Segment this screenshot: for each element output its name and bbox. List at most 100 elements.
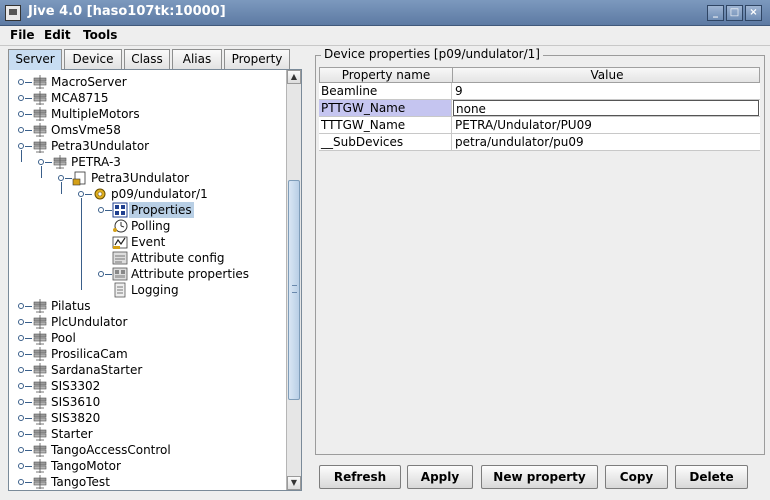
tree-node-label[interactable]: Event — [129, 234, 167, 250]
maximize-button[interactable]: □ — [726, 5, 743, 21]
tree-node[interactable]: Starter — [9, 426, 286, 442]
tree-node-label[interactable]: SIS3302 — [49, 378, 102, 394]
tree-node[interactable]: Properties — [9, 202, 286, 218]
tree-node-label[interactable]: SIS3610 — [49, 394, 102, 410]
tree-node[interactable]: p09/undulator/1 — [9, 186, 286, 202]
tree-node[interactable]: Logging — [9, 282, 286, 298]
tree-node-label[interactable]: TangoTest — [49, 474, 112, 490]
tree-node[interactable]: Polling — [9, 218, 286, 234]
menu-tools[interactable]: Tools — [83, 28, 117, 42]
apply-button[interactable]: Apply — [407, 465, 473, 489]
copy-button[interactable]: Copy — [605, 465, 668, 489]
tree-node[interactable]: Attribute properties — [9, 266, 286, 282]
tree-node-label[interactable]: Attribute properties — [129, 266, 251, 282]
property-value-cell[interactable]: petra/undulator/pu09 — [453, 134, 759, 150]
tree-node-label[interactable]: p09/undulator/1 — [109, 186, 210, 202]
expand-handle-icon[interactable] — [18, 431, 24, 437]
expand-handle-icon[interactable] — [18, 367, 24, 373]
tree-node[interactable]: SardanaStarter — [9, 362, 286, 378]
tree-node[interactable]: SIS3820 — [9, 410, 286, 426]
tree-node-label[interactable]: Pool — [49, 330, 78, 346]
tree-node-label[interactable]: SIS3820 — [49, 410, 102, 426]
expand-handle-icon[interactable] — [18, 335, 24, 341]
expand-handle-icon[interactable] — [18, 143, 24, 149]
tree-node[interactable]: TangoMotor — [9, 458, 286, 474]
minimize-button[interactable]: _ — [707, 5, 724, 21]
menu-file[interactable]: File — [10, 28, 35, 42]
expand-handle-icon[interactable] — [58, 175, 64, 181]
property-value-cell[interactable]: none — [453, 100, 759, 116]
tab-device[interactable]: Device — [64, 49, 122, 69]
refresh-button[interactable]: Refresh — [319, 465, 401, 489]
tree-node-label[interactable]: Polling — [129, 218, 172, 234]
tree-node-label[interactable]: Petra3Undulator — [49, 138, 151, 154]
table-row[interactable]: PTTGW_Name none — [319, 100, 760, 117]
tree-node-label[interactable]: Properties — [129, 202, 194, 218]
tree-node-label[interactable]: MultipleMotors — [49, 106, 142, 122]
expand-handle-icon[interactable] — [18, 303, 24, 309]
tree-node-label[interactable]: TangoMotor — [49, 458, 123, 474]
tree-node[interactable]: MultipleMotors — [9, 106, 286, 122]
expand-handle-icon[interactable] — [18, 383, 24, 389]
scroll-thumb[interactable] — [288, 180, 300, 400]
tree-node-label[interactable]: PlcUndulator — [49, 314, 129, 330]
tree-node-label[interactable]: ProsilicaCam — [49, 346, 130, 362]
expand-handle-icon[interactable] — [18, 447, 24, 453]
property-value-cell[interactable]: PETRA/Undulator/PU09 — [453, 117, 759, 133]
expand-handle-icon[interactable] — [18, 79, 24, 85]
property-name-cell[interactable]: TTTGW_Name — [319, 117, 452, 133]
column-header-value[interactable]: Value — [454, 68, 760, 83]
menu-edit[interactable]: Edit — [44, 28, 71, 42]
tree-node[interactable]: MacroServer — [9, 74, 286, 90]
table-row[interactable]: TTTGW_Name PETRA/Undulator/PU09 — [319, 117, 760, 134]
expand-handle-icon[interactable] — [78, 191, 84, 197]
tree-node-label[interactable]: TangoAccessControl — [49, 442, 173, 458]
tree-node-label[interactable]: Pilatus — [49, 298, 93, 314]
tree-node-label[interactable]: Petra3Undulator — [89, 170, 191, 186]
tree-node-label[interactable]: Starter — [49, 426, 95, 442]
tree-node[interactable]: Attribute config — [9, 250, 286, 266]
scroll-up-icon[interactable]: ▲ — [287, 70, 301, 84]
table-row[interactable]: __SubDevices petra/undulator/pu09 — [319, 134, 760, 151]
tree-node[interactable]: PETRA-3 — [9, 154, 286, 170]
tab-alias[interactable]: Alias — [172, 49, 222, 69]
expand-handle-icon[interactable] — [18, 111, 24, 117]
tree-node[interactable]: PlcUndulator — [9, 314, 286, 330]
scroll-down-icon[interactable]: ▼ — [287, 476, 301, 490]
tree-node-label[interactable]: MCA8715 — [49, 90, 110, 106]
expand-handle-icon[interactable] — [98, 207, 104, 213]
expand-handle-icon[interactable] — [38, 159, 44, 165]
tree-node[interactable]: SIS3610 — [9, 394, 286, 410]
property-value-cell[interactable]: 9 — [453, 83, 759, 99]
property-name-cell[interactable]: PTTGW_Name — [319, 100, 452, 116]
expand-handle-icon[interactable] — [18, 351, 24, 357]
tree-node[interactable]: Pilatus — [9, 298, 286, 314]
expand-handle-icon[interactable] — [98, 271, 104, 277]
tree-node-label[interactable]: Logging — [129, 282, 181, 298]
column-header-name[interactable]: Property name — [320, 68, 453, 83]
property-name-cell[interactable]: __SubDevices — [319, 134, 452, 150]
property-name-cell[interactable]: Beamline — [319, 83, 452, 99]
new-property-button[interactable]: New property — [481, 465, 598, 489]
tab-class[interactable]: Class — [124, 49, 170, 69]
expand-handle-icon[interactable] — [18, 415, 24, 421]
table-row[interactable]: Beamline 9 — [319, 83, 760, 100]
expand-handle-icon[interactable] — [18, 399, 24, 405]
tree-node[interactable]: MCA8715 — [9, 90, 286, 106]
expand-handle-icon[interactable] — [18, 479, 24, 485]
tree-node-label[interactable]: SardanaStarter — [49, 362, 144, 378]
tree-node-label[interactable]: PETRA-3 — [69, 154, 123, 170]
tab-server[interactable]: Server — [8, 49, 62, 70]
tree-node[interactable]: Event — [9, 234, 286, 250]
tab-property[interactable]: Property — [224, 49, 290, 69]
tree-node[interactable]: ProsilicaCam — [9, 346, 286, 362]
tree-node[interactable]: SIS3302 — [9, 378, 286, 394]
tree-node-label[interactable]: MacroServer — [49, 74, 129, 90]
tree-node[interactable]: TangoAccessControl — [9, 442, 286, 458]
expand-handle-icon[interactable] — [18, 127, 24, 133]
server-tree[interactable]: MacroServer MCA8715 MultipleMotors OmsVme58… — [9, 70, 286, 490]
tree-node[interactable]: Petra3Undulator — [9, 170, 286, 186]
close-button[interactable]: × — [745, 5, 762, 21]
tree-node-label[interactable]: Attribute config — [129, 250, 227, 266]
expand-handle-icon[interactable] — [18, 319, 24, 325]
